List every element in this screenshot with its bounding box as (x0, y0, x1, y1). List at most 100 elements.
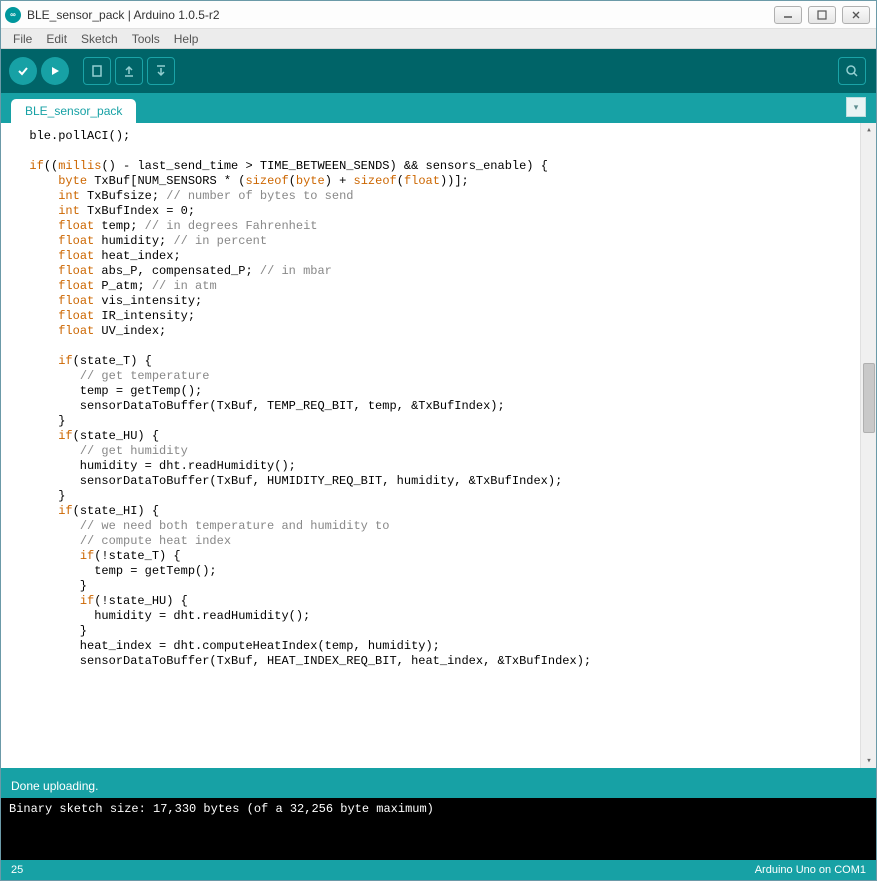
code-ty: float (58, 309, 94, 323)
open-button[interactable] (115, 57, 143, 85)
code-line: temp = getTemp(); (15, 564, 217, 578)
code-text (15, 549, 80, 563)
code-ty: int (58, 204, 80, 218)
maximize-button[interactable] (808, 6, 836, 24)
code-fn: millis (58, 159, 101, 173)
code-kw: sizeof (354, 174, 397, 188)
titlebar[interactable]: ∞ BLE_sensor_pack | Arduino 1.0.5-r2 (1, 1, 876, 29)
code-text (15, 159, 29, 173)
code-comment: // in degrees Fahrenheit (145, 219, 318, 233)
scrollbar-thumb[interactable] (863, 363, 875, 433)
code-line: } (15, 624, 87, 638)
scroll-up-icon[interactable]: ▴ (864, 125, 874, 135)
arduino-icon: ∞ (5, 7, 21, 23)
status-message: Done uploading. (11, 779, 98, 793)
menu-help[interactable]: Help (168, 31, 205, 47)
code-text: (( (44, 159, 58, 173)
code-comment: // in mbar (260, 264, 332, 278)
code-text (15, 279, 58, 293)
code-line: } (15, 414, 65, 428)
code-text (15, 504, 58, 518)
menu-edit[interactable]: Edit (40, 31, 73, 47)
code-ty: float (58, 264, 94, 278)
code-ty: float (58, 294, 94, 308)
console-line: Binary sketch size: 17,330 bytes (of a 3… (9, 802, 434, 816)
code-comment: // in percent (173, 234, 267, 248)
code-ty: float (58, 279, 94, 293)
tabbar: BLE_sensor_pack ▾ (1, 93, 876, 123)
verify-button[interactable] (9, 57, 37, 85)
new-button[interactable] (83, 57, 111, 85)
code-line: ble.pollACI(); (15, 129, 130, 143)
code-text: () - last_send_time > TIME_BETWEEN_SENDS… (101, 159, 547, 173)
vertical-scrollbar[interactable]: ▴ ▾ (860, 123, 876, 768)
code-ty: int (58, 189, 80, 203)
code-text: temp; (94, 219, 144, 233)
code-text (15, 354, 58, 368)
code-text: (state_HU) { (73, 429, 159, 443)
code-text: ( (397, 174, 404, 188)
scroll-down-icon[interactable]: ▾ (864, 756, 874, 766)
code-text: ) + (325, 174, 354, 188)
upload-button[interactable] (41, 57, 69, 85)
code-text: humidity; (94, 234, 173, 248)
code-text (15, 234, 58, 248)
close-button[interactable] (842, 6, 870, 24)
code-ty: float (404, 174, 440, 188)
code-ty: float (58, 324, 94, 338)
code-comment: // compute heat index (80, 534, 231, 548)
code-kw: if (80, 549, 94, 563)
code-text (15, 309, 58, 323)
code-text: ( (289, 174, 296, 188)
code-kw: if (58, 429, 72, 443)
tab-menu-button[interactable]: ▾ (846, 97, 866, 117)
code-comment: // in atm (152, 279, 217, 293)
code-line: sensorDataToBuffer(TxBuf, HEAT_INDEX_REQ… (15, 654, 591, 668)
serial-monitor-button[interactable] (838, 57, 866, 85)
menubar: File Edit Sketch Tools Help (1, 29, 876, 49)
code-line: sensorDataToBuffer(TxBuf, HUMIDITY_REQ_B… (15, 474, 562, 488)
toolbar (1, 49, 876, 93)
editor-area: ble.pollACI(); if((millis() - last_send_… (1, 123, 876, 774)
code-text: TxBufsize; (80, 189, 166, 203)
code-comment: // number of bytes to send (166, 189, 353, 203)
code-text: UV_index; (94, 324, 166, 338)
menu-tools[interactable]: Tools (126, 31, 166, 47)
code-kw: if (80, 594, 94, 608)
code-line: humidity = dht.readHumidity(); (15, 459, 296, 473)
code-text (15, 219, 58, 233)
sketch-tab[interactable]: BLE_sensor_pack (11, 99, 136, 123)
save-button[interactable] (147, 57, 175, 85)
code-ty: byte (296, 174, 325, 188)
code-text (15, 519, 80, 533)
code-text (15, 369, 80, 383)
minimize-button[interactable] (774, 6, 802, 24)
code-editor[interactable]: ble.pollACI(); if((millis() - last_send_… (1, 123, 860, 768)
menu-file[interactable]: File (7, 31, 38, 47)
status-bar: Done uploading. (1, 774, 876, 798)
code-kw: if (58, 504, 72, 518)
code-text (15, 264, 58, 278)
window-title: BLE_sensor_pack | Arduino 1.0.5-r2 (27, 8, 774, 22)
board-info: Arduino Uno on COM1 (755, 864, 866, 876)
footer-bar: 25 Arduino Uno on COM1 (1, 860, 876, 880)
code-kw: if (58, 354, 72, 368)
code-text (15, 189, 58, 203)
code-text (15, 534, 80, 548)
code-line: heat_index = dht.computeHeatIndex(temp, … (15, 639, 440, 653)
code-ty: byte (58, 174, 87, 188)
code-text: (state_HI) { (73, 504, 159, 518)
code-comment: // get humidity (80, 444, 188, 458)
code-comment: // get temperature (80, 369, 210, 383)
code-text: P_atm; (94, 279, 152, 293)
code-ty: float (58, 234, 94, 248)
menu-sketch[interactable]: Sketch (75, 31, 124, 47)
code-text: abs_P, compensated_P; (94, 264, 260, 278)
code-text: IR_intensity; (94, 309, 195, 323)
code-ty: float (58, 249, 94, 263)
code-ty: float (58, 219, 94, 233)
output-console[interactable]: Binary sketch size: 17,330 bytes (of a 3… (1, 798, 876, 860)
code-text: ))]; (440, 174, 469, 188)
code-line: } (15, 489, 65, 503)
code-comment: // we need both temperature and humidity… (80, 519, 390, 533)
